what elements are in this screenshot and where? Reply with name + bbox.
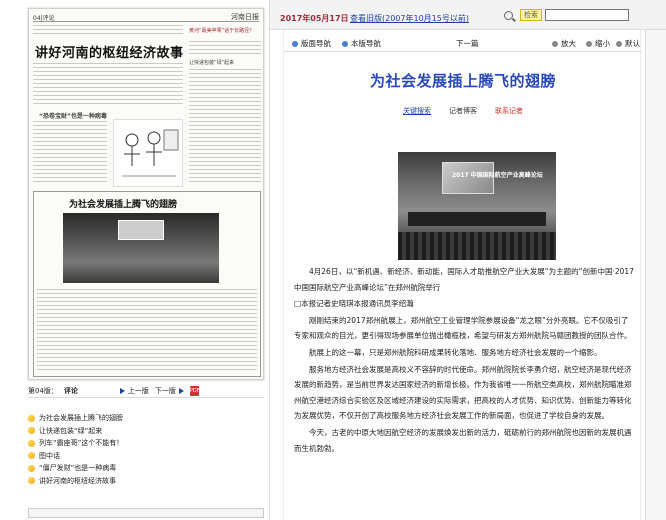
reporter-blog-link[interactable]: 记者博客 bbox=[449, 106, 477, 118]
article-paragraph: 刚刚结束的2017郑州航展上，郑州航空工业管理学院参展设备“龙之眼”分外亮眼。它… bbox=[294, 315, 632, 341]
search-icon bbox=[504, 11, 513, 20]
paper-photo bbox=[63, 213, 219, 283]
zoom-out-icon bbox=[586, 40, 592, 47]
left-panel: 04|评论 河南日报 讲好河南的枢纽经济故事 “恐卷宝财”也是一种病毒 黄河“最… bbox=[0, 0, 270, 520]
article-toolbar: 版面导航 本版导航 下一篇 放大 缩小 默认 bbox=[284, 32, 642, 52]
list-item[interactable]: 列车“霸座哥”这个不能有！ bbox=[28, 437, 264, 450]
article-paragraph: 今天，古老的中原大地因航空经济的发展焕发出新的活力，砥砺前行的郑州航院也因新的发… bbox=[294, 427, 632, 453]
old-version-link[interactable]: 查看旧版(2007年10月15号以前) bbox=[350, 13, 469, 24]
search-input[interactable] bbox=[545, 9, 629, 21]
list-item[interactable]: 图中话 bbox=[28, 450, 264, 463]
list-item-label: 图中话 bbox=[39, 451, 60, 460]
section-label: 评论 bbox=[63, 386, 78, 395]
paper-cartoon bbox=[113, 119, 183, 187]
list-item-label: 让快递包装“绿”起来 bbox=[39, 426, 103, 435]
nav-dot-icon bbox=[292, 40, 298, 47]
bottom-bar bbox=[28, 508, 264, 518]
triangle-right-icon bbox=[119, 387, 125, 394]
list-item[interactable]: 为社会发展插上腾飞的翅膀 bbox=[28, 412, 264, 425]
article-paragraph: 服务地方经济社会发展是高校义不容辞的时代使命。郑州航院院长李勇介绍，航空经济是现… bbox=[294, 364, 632, 421]
bullet-icon bbox=[28, 414, 35, 422]
page-nav-link[interactable]: 版面导航 bbox=[292, 38, 331, 49]
article-paragraph: 航展上的这一幕，只是郑州航院科研成果转化落地、服务地方经济社会发展的一个缩影。 bbox=[309, 347, 602, 357]
newspaper-page-thumbnail[interactable]: 04|评论 河南日报 讲好河南的枢纽经济故事 “恐卷宝财”也是一种病毒 黄河“最… bbox=[28, 8, 264, 380]
search-button[interactable]: 检索 bbox=[520, 9, 542, 21]
paper-brand: 河南日报 bbox=[231, 13, 259, 21]
list-item[interactable]: 讲好河南的枢纽经济故事 bbox=[28, 475, 264, 488]
photo-caption-text: 2017 中国国际航空产业高峰论坛 bbox=[452, 172, 543, 179]
page-nav-bar: 第04版： 评论 上一版 下一版 PDF bbox=[28, 384, 264, 398]
paper-header: 04|评论 河南日报 bbox=[33, 12, 259, 22]
article-panel: 版面导航 本版导航 下一篇 放大 缩小 默认 为社会发展插上腾飞的翅膀 关键搜索… bbox=[283, 30, 642, 520]
this-page-nav-link[interactable]: 本版导航 bbox=[342, 38, 381, 49]
article-photo: 2017 中国国际航空产业高峰论坛 bbox=[398, 152, 556, 260]
page-label: 第04版： bbox=[28, 386, 58, 395]
zoom-in-button[interactable]: 放大 bbox=[552, 38, 576, 49]
list-item-label: 列车“霸座哥”这个不能有！ bbox=[39, 439, 124, 448]
bullet-icon bbox=[28, 464, 35, 472]
article-links: 关键搜索 记者博客 联系记者 bbox=[284, 106, 642, 118]
list-item-label: 讲好河南的枢纽经济故事 bbox=[39, 476, 116, 485]
next-page-link[interactable]: 下一版 bbox=[155, 386, 184, 396]
list-item[interactable]: 让快递包装“绿”起来 bbox=[28, 425, 264, 438]
bullet-icon bbox=[28, 427, 35, 435]
bullet-icon bbox=[28, 477, 35, 485]
top-bar: 2017年05月17日 查看旧版(2007年10月15号以前) 检索 bbox=[270, 0, 666, 30]
default-size-button[interactable]: 默认 bbox=[616, 38, 640, 49]
article-paragraph: 4月26日，以“新机遇、新经济、新动能，国际人才助推航空产业大发展”为主题的“创… bbox=[294, 267, 634, 292]
page-root: 04|评论 河南日报 讲好河南的枢纽经济故事 “恐卷宝财”也是一种病毒 黄河“最… bbox=[0, 0, 666, 520]
nav-dot-icon bbox=[342, 40, 348, 47]
list-item-label: “僵尸发财”也是一种病毒 bbox=[39, 464, 117, 473]
triangle-right-icon bbox=[178, 387, 184, 394]
article-paragraph: □本报记者史晓琪本报通讯员李绍瀚 bbox=[294, 299, 414, 309]
paper-side-1: 黄河“最美苹果”话于长路径？ bbox=[189, 28, 255, 34]
contact-reporter-link[interactable]: 联系记者 bbox=[495, 106, 523, 118]
article-body: 4月26日，以“新机遇、新经济、新动能，国际人才助推航空产业大发展”为主题的“创… bbox=[294, 264, 634, 457]
paper-subhead-2: 为社会发展插上腾飞的翅膀 bbox=[69, 200, 178, 210]
next-article-link[interactable]: 下一篇 bbox=[456, 38, 479, 49]
zoom-in-icon bbox=[552, 40, 558, 47]
bullet-icon bbox=[28, 452, 35, 460]
issue-date: 2017年05月17日 bbox=[280, 14, 349, 23]
article-title: 为社会发展插上腾飞的翅膀 bbox=[369, 73, 556, 90]
bullet-icon bbox=[28, 439, 35, 447]
article-list: 为社会发展插上腾飞的翅膀 让快递包装“绿”起来列车“霸座哥”这个不能有！ 图中话 “僵… bbox=[28, 412, 264, 487]
list-item[interactable]: “僵尸发财”也是一种病毒 bbox=[28, 462, 264, 475]
list-item-label: 为社会发展插上腾飞的翅膀 bbox=[39, 414, 123, 423]
paper-side-2: 让快递包装“绿”起来 bbox=[189, 60, 235, 66]
prev-page-link[interactable]: 上一版 bbox=[119, 386, 149, 396]
reset-icon bbox=[616, 40, 622, 47]
keyword-search-link[interactable]: 关键搜索 bbox=[403, 106, 431, 118]
paper-headline: 讲好河南的枢纽经济故事 bbox=[35, 46, 184, 61]
scrollbar[interactable] bbox=[645, 30, 666, 520]
zoom-out-button[interactable]: 缩小 bbox=[586, 38, 610, 49]
paper-page-label: 04|评论 bbox=[33, 15, 55, 22]
pdf-icon[interactable]: PDF bbox=[189, 385, 200, 396]
paper-subhead-1: “恐卷宝财”也是一种病毒 bbox=[39, 113, 107, 120]
